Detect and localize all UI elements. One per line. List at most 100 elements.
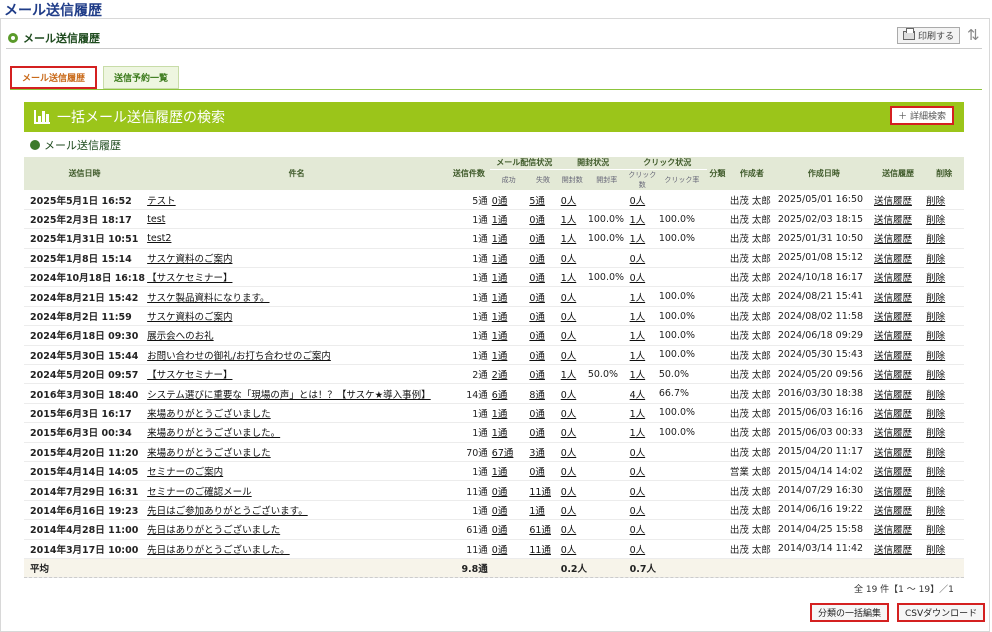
row-click-link[interactable]: 1人 [630, 293, 646, 304]
row-open-link[interactable]: 0人 [561, 545, 577, 556]
row-history-link[interactable]: 送信履歴 [874, 234, 912, 245]
row-success-link[interactable]: 1通 [492, 351, 508, 362]
row-fail-link[interactable]: 61通 [529, 525, 551, 536]
row-open-link[interactable]: 0人 [561, 467, 577, 478]
row-delete-link[interactable]: 削除 [926, 409, 945, 420]
row-history-link[interactable]: 送信履歴 [874, 545, 912, 556]
row-subject-link[interactable]: 先日はありがとうございました [147, 525, 280, 536]
row-click-link[interactable]: 0人 [630, 273, 646, 284]
row-delete-link[interactable]: 削除 [926, 506, 945, 517]
row-open-link[interactable]: 0人 [561, 293, 577, 304]
row-subject-link[interactable]: サスケ製品資料になります。 [147, 293, 269, 304]
row-subject-link[interactable]: test [147, 214, 165, 225]
row-success-link[interactable]: 0通 [492, 196, 508, 207]
row-click-link[interactable]: 0人 [630, 525, 646, 536]
row-success-link[interactable]: 0通 [492, 525, 508, 536]
row-success-link[interactable]: 67通 [492, 448, 514, 459]
row-fail-link[interactable]: 1通 [529, 506, 545, 517]
row-success-link[interactable]: 1通 [492, 273, 508, 284]
row-delete-link[interactable]: 削除 [926, 448, 945, 459]
row-fail-link[interactable]: 0通 [529, 370, 545, 381]
row-open-link[interactable]: 0人 [561, 351, 577, 362]
row-delete-link[interactable]: 削除 [926, 234, 945, 245]
row-subject-link[interactable]: サスケ資料のご案内 [147, 312, 232, 323]
row-subject-link[interactable]: セミナーのご案内 [147, 467, 223, 478]
row-success-link[interactable]: 2通 [492, 370, 508, 381]
row-success-link[interactable]: 1通 [492, 215, 508, 226]
row-click-link[interactable]: 1人 [630, 234, 646, 245]
row-history-link[interactable]: 送信履歴 [874, 370, 912, 381]
row-fail-link[interactable]: 0通 [529, 234, 545, 245]
row-delete-link[interactable]: 削除 [926, 312, 945, 323]
row-delete-link[interactable]: 削除 [926, 390, 945, 401]
row-success-link[interactable]: 0通 [492, 487, 508, 498]
row-history-link[interactable]: 送信履歴 [874, 273, 912, 284]
row-click-link[interactable]: 1人 [630, 370, 646, 381]
row-click-link[interactable]: 0人 [630, 506, 646, 517]
row-success-link[interactable]: 1通 [492, 331, 508, 342]
detail-search-button[interactable]: ＋ 詳細検索 [890, 106, 954, 125]
row-open-link[interactable]: 0人 [561, 506, 577, 517]
row-click-link[interactable]: 0人 [630, 196, 646, 207]
row-subject-link[interactable]: お問い合わせの御礼/お打ち合わせのご案内 [147, 351, 331, 362]
row-history-link[interactable]: 送信履歴 [874, 254, 912, 265]
row-history-link[interactable]: 送信履歴 [874, 428, 912, 439]
row-fail-link[interactable]: 0通 [529, 467, 545, 478]
row-click-link[interactable]: 1人 [630, 351, 646, 362]
row-click-link[interactable]: 1人 [630, 409, 646, 420]
row-subject-link[interactable]: 【サスケセミナー】 [147, 370, 232, 381]
row-success-link[interactable]: 1通 [492, 312, 508, 323]
row-delete-link[interactable]: 削除 [926, 273, 945, 284]
row-fail-link[interactable]: 0通 [529, 293, 545, 304]
row-subject-link[interactable]: 【サスケセミナー】 [147, 273, 232, 284]
row-open-link[interactable]: 1人 [561, 215, 577, 226]
row-history-link[interactable]: 送信履歴 [874, 409, 912, 420]
row-subject-link[interactable]: 来場ありがとうございました。 [147, 428, 280, 439]
row-click-link[interactable]: 0人 [630, 487, 646, 498]
row-success-link[interactable]: 1通 [492, 293, 508, 304]
csv-download-button[interactable]: CSVダウンロード [897, 603, 986, 622]
row-subject-link[interactable]: サスケ資料のご案内 [147, 254, 232, 265]
row-history-link[interactable]: 送信履歴 [874, 390, 912, 401]
row-fail-link[interactable]: 0通 [529, 273, 545, 284]
row-history-link[interactable]: 送信履歴 [874, 196, 912, 207]
row-open-link[interactable]: 0人 [561, 254, 577, 265]
row-open-link[interactable]: 0人 [561, 312, 577, 323]
row-fail-link[interactable]: 11通 [529, 545, 551, 556]
row-subject-link[interactable]: test2 [147, 233, 171, 244]
row-open-link[interactable]: 0人 [561, 331, 577, 342]
row-delete-link[interactable]: 削除 [926, 370, 945, 381]
row-delete-link[interactable]: 削除 [926, 428, 945, 439]
row-click-link[interactable]: 1人 [630, 312, 646, 323]
row-history-link[interactable]: 送信履歴 [874, 467, 912, 478]
row-success-link[interactable]: 1通 [492, 234, 508, 245]
row-delete-link[interactable]: 削除 [926, 467, 945, 478]
row-open-link[interactable]: 0人 [561, 525, 577, 536]
row-open-link[interactable]: 0人 [561, 428, 577, 439]
row-subject-link[interactable]: 来場ありがとうございました [147, 448, 271, 459]
row-open-link[interactable]: 0人 [561, 409, 577, 420]
row-success-link[interactable]: 0通 [492, 506, 508, 517]
row-click-link[interactable]: 0人 [630, 545, 646, 556]
row-history-link[interactable]: 送信履歴 [874, 312, 912, 323]
row-history-link[interactable]: 送信履歴 [874, 487, 912, 498]
row-history-link[interactable]: 送信履歴 [874, 215, 912, 226]
row-subject-link[interactable]: 来場ありがとうございました [147, 409, 271, 420]
row-delete-link[interactable]: 削除 [926, 351, 945, 362]
row-fail-link[interactable]: 0通 [529, 351, 545, 362]
row-history-link[interactable]: 送信履歴 [874, 525, 912, 536]
row-history-link[interactable]: 送信履歴 [874, 506, 912, 517]
row-subject-link[interactable]: 先日はありがとうございました。 [147, 545, 290, 556]
row-fail-link[interactable]: 0通 [529, 312, 545, 323]
row-success-link[interactable]: 1通 [492, 428, 508, 439]
row-fail-link[interactable]: 0通 [529, 409, 545, 420]
row-subject-link[interactable]: 展示会へのお礼 [147, 331, 214, 342]
row-open-link[interactable]: 0人 [561, 487, 577, 498]
row-click-link[interactable]: 0人 [630, 448, 646, 459]
row-fail-link[interactable]: 5通 [529, 196, 545, 207]
row-delete-link[interactable]: 削除 [926, 331, 945, 342]
bulk-category-edit-button[interactable]: 分類の一括編集 [810, 603, 890, 622]
row-success-link[interactable]: 0通 [492, 545, 508, 556]
row-open-link[interactable]: 0人 [561, 390, 577, 401]
row-history-link[interactable]: 送信履歴 [874, 351, 912, 362]
